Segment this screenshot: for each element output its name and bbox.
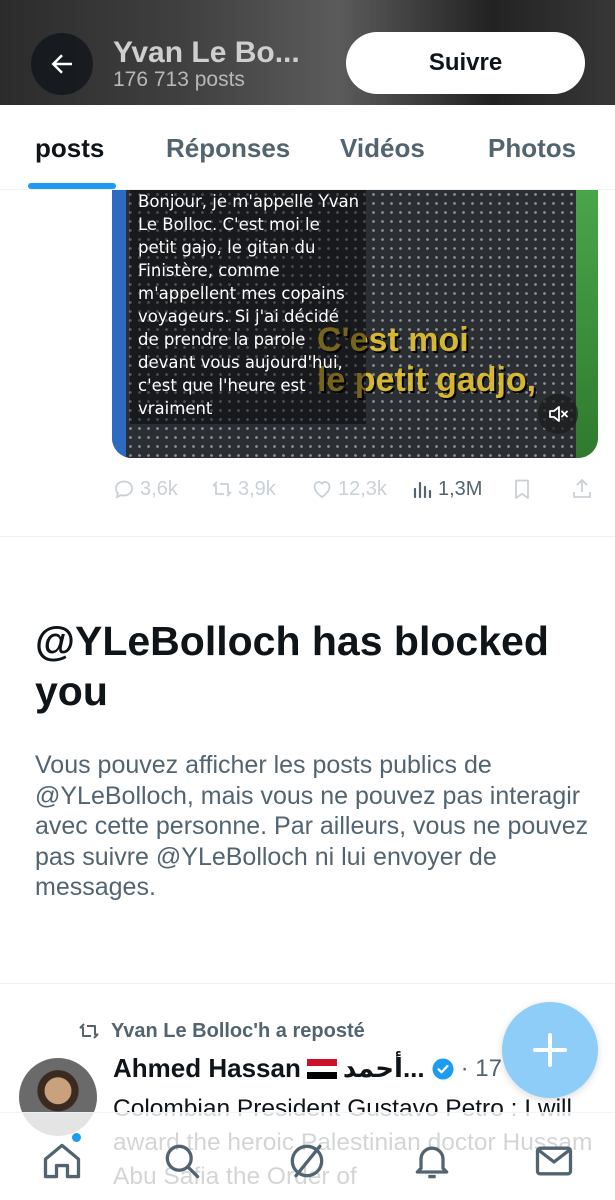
like-button[interactable]: 12,3k [310, 477, 387, 501]
repost-icon [212, 481, 232, 497]
post-count: 176 713 posts [113, 68, 245, 91]
verified-icon [432, 1058, 454, 1079]
grok-icon [290, 1144, 324, 1178]
back-arrow-icon [51, 54, 72, 74]
reply-icon [115, 480, 133, 499]
blocked-message: Vous pouvez afficher les posts publics d… [35, 751, 589, 901]
repost-button[interactable]: 3,9k [210, 477, 276, 501]
like-count: 12,3k [338, 477, 387, 500]
search-icon [165, 1144, 200, 1179]
tab-photos[interactable]: Photos [488, 133, 576, 164]
view-count: 1,3M [438, 477, 483, 500]
post-actions: 3,6k 3,9k 12,3k 1,3M [112, 477, 602, 507]
tab-posts[interactable]: posts [35, 133, 104, 164]
tab-replies[interactable]: Réponses [166, 133, 290, 164]
video-caption: Bonjour, je m'appelle Yvan Le Bolloc. C'… [130, 190, 366, 424]
unread-dot [72, 1133, 81, 1142]
active-tab-indicator [28, 183, 116, 189]
bottom-navigation [0, 1112, 615, 1200]
share-button[interactable] [570, 477, 594, 501]
blocked-title: @YLeBolloch has blocked you [35, 618, 549, 714]
tweet-author[interactable]: Ahmed Hassan أحمد... · 17 h [113, 1053, 522, 1084]
repost-label: Yvan Le Bolloc'h a reposté [111, 1019, 365, 1042]
bookmark-icon [515, 479, 529, 499]
repost-icon [79, 1023, 99, 1039]
plus-icon [533, 1033, 567, 1067]
repost-indicator: Yvan Le Bolloc'h a reposté [77, 1019, 365, 1043]
views-icon [413, 481, 432, 499]
yemen-flag-icon [306, 1058, 337, 1079]
tab-videos[interactable]: Vidéos [340, 133, 425, 164]
nav-notifications[interactable] [410, 1139, 454, 1183]
mute-button[interactable] [538, 394, 578, 434]
reply-count: 3,6k [140, 477, 178, 500]
bookmark-button[interactable] [510, 477, 534, 501]
views-button[interactable]: 1,3M [410, 477, 482, 501]
home-icon [43, 1143, 81, 1179]
back-button[interactable] [31, 33, 93, 95]
compose-button[interactable] [502, 1002, 598, 1098]
nav-grok[interactable] [285, 1139, 329, 1183]
nav-messages[interactable] [532, 1139, 576, 1183]
follow-button[interactable]: Suivre [346, 32, 585, 94]
reply-button[interactable]: 3,6k [112, 477, 178, 501]
nav-search[interactable] [160, 1139, 204, 1183]
nav-home[interactable] [40, 1139, 84, 1183]
profile-tabs: posts Réponses Vidéos Photos [0, 105, 615, 190]
author-name: Ahmed Hassan [113, 1053, 301, 1083]
profile-header: Yvan Le Bo... 176 713 posts Suivre [0, 0, 615, 105]
section-divider [0, 983, 615, 984]
mute-icon [549, 406, 568, 422]
messages-icon [535, 1146, 573, 1176]
video-player[interactable]: C'est moi le petit gadjo, Bonjour, je m'… [112, 190, 598, 458]
author-name-arabic: أحمد... [342, 1053, 425, 1083]
profile-name: Yvan Le Bo... [113, 36, 300, 69]
like-icon [313, 481, 331, 499]
section-divider [0, 536, 615, 537]
share-icon [573, 479, 591, 498]
repost-count: 3,9k [238, 477, 276, 500]
notifications-icon [415, 1146, 449, 1179]
